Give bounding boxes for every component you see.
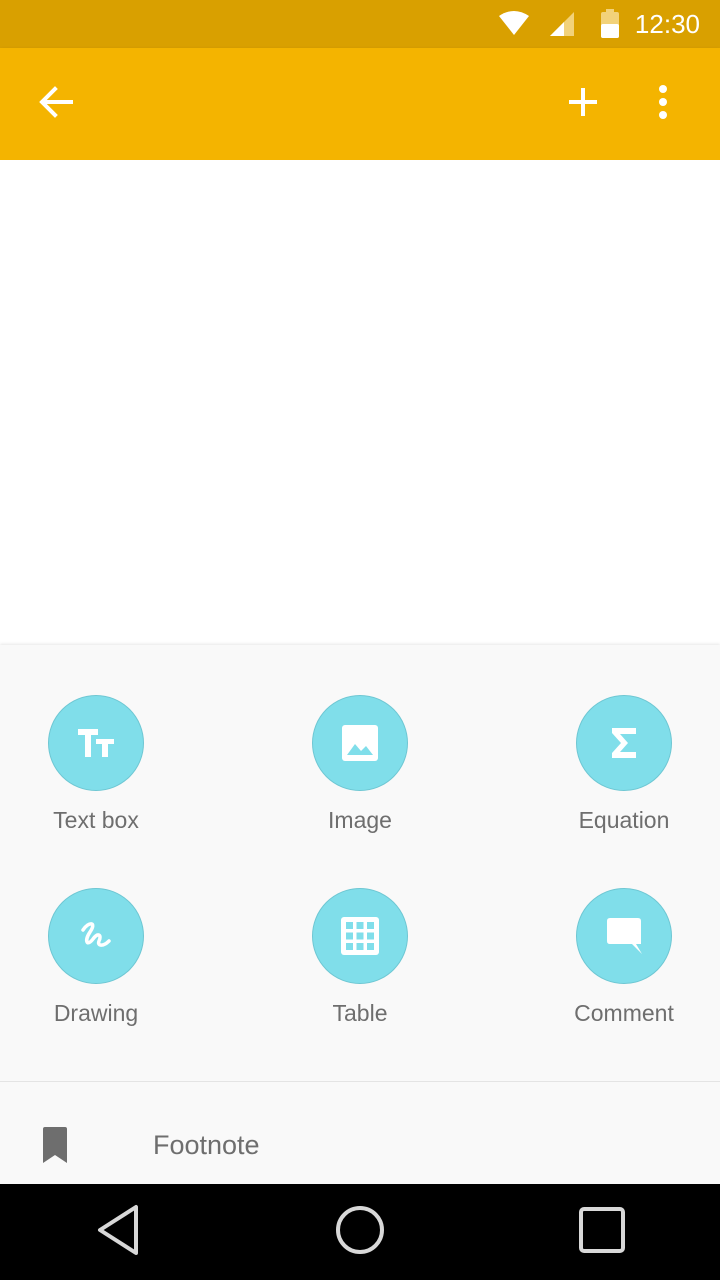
insert-image-button[interactable]: Image: [260, 695, 460, 865]
comment-label: Comment: [574, 1000, 674, 1026]
insert-table-button[interactable]: Table: [260, 888, 460, 1058]
more-vert-icon: [658, 84, 668, 124]
equation-label: Equation: [578, 807, 670, 833]
nav-home-button[interactable]: [328, 1202, 392, 1262]
sigma-icon: [576, 695, 672, 791]
nav-back-button[interactable]: [86, 1202, 150, 1262]
status-time: 12:30: [634, 9, 700, 39]
add-icon: [567, 86, 599, 123]
insert-text-box-button[interactable]: Text box: [0, 695, 196, 865]
table-grid-icon: [312, 888, 408, 984]
table-label: Table: [332, 1000, 388, 1026]
back-arrow-icon: [38, 84, 74, 125]
comment-icon: [576, 888, 672, 984]
back-button[interactable]: [28, 76, 84, 132]
insert-comment-button[interactable]: Comment: [524, 888, 720, 1058]
system-nav-bar: [0, 1184, 720, 1280]
battery-icon: [600, 9, 620, 44]
image-label: Image: [328, 807, 392, 833]
home-circle-icon: [334, 1204, 386, 1261]
add-button[interactable]: [555, 76, 611, 132]
cellular-signal-icon: [548, 11, 576, 42]
status-bar: 12:30: [0, 0, 720, 48]
back-triangle-icon: [96, 1204, 140, 1261]
more-options-button[interactable]: [635, 76, 691, 132]
wifi-icon: [498, 10, 530, 41]
nav-recents-button[interactable]: [570, 1202, 634, 1262]
drawing-label: Drawing: [53, 1000, 139, 1026]
text-box-label: Text box: [53, 807, 139, 833]
scribble-icon: [48, 888, 144, 984]
insert-drawing-button[interactable]: Drawing: [0, 888, 196, 1058]
recents-square-icon: [578, 1206, 626, 1259]
document-canvas[interactable]: [0, 160, 720, 645]
insert-bottom-sheet: Text box Image Equation Drawing Table Co…: [0, 645, 720, 1184]
app-bar: [0, 48, 720, 160]
image-icon: [312, 695, 408, 791]
insert-footnote-item[interactable]: Footnote: [0, 1082, 720, 1184]
bookmark-icon: [40, 1126, 70, 1169]
footnote-label: Footnote: [153, 1130, 260, 1160]
insert-equation-button[interactable]: Equation: [524, 695, 720, 865]
text-format-icon: [48, 695, 144, 791]
